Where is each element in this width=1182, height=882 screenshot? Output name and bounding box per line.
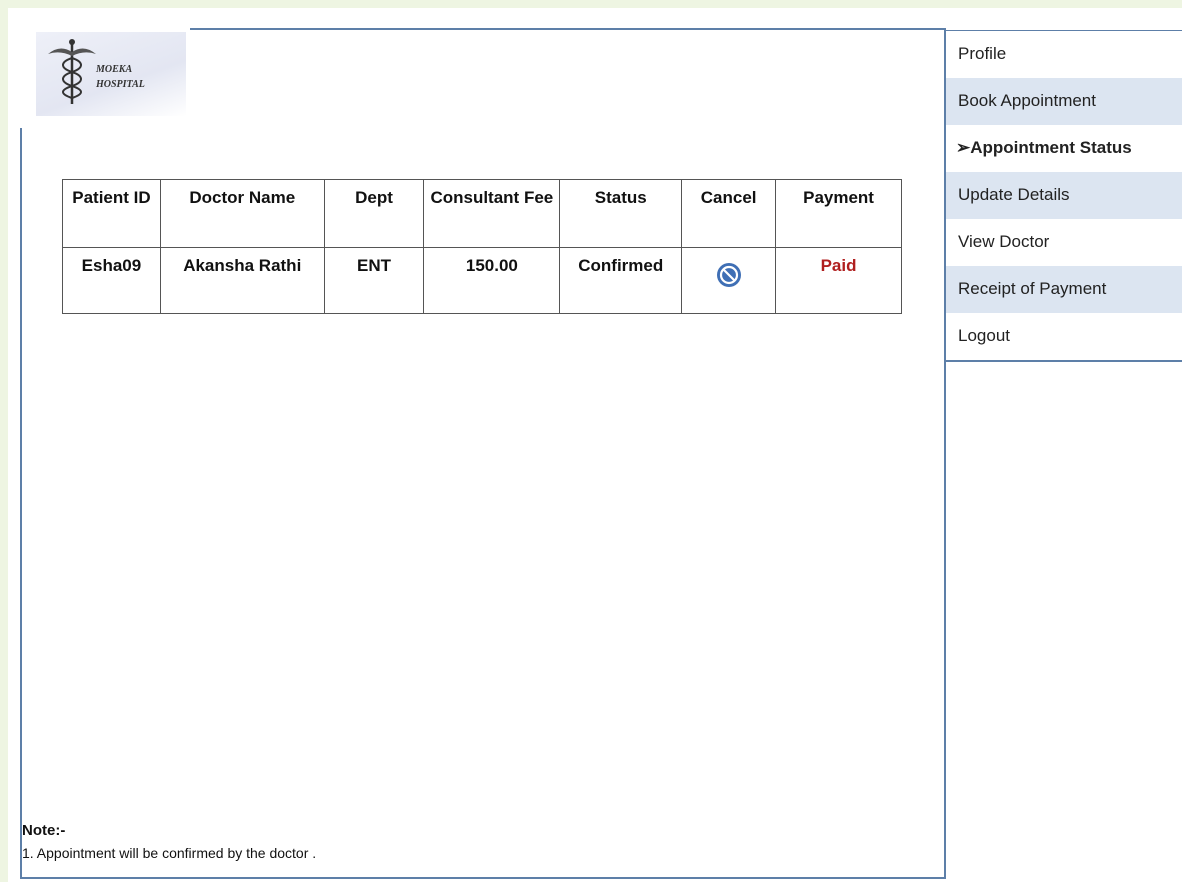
- header-doctor-name: Doctor Name: [159, 179, 325, 248]
- appointment-status-table: Patient ID Doctor Name Dept Consultant F…: [62, 179, 902, 314]
- sidebar-item-logout[interactable]: Logout: [946, 313, 1182, 360]
- header-patient-id: Patient ID: [62, 179, 161, 248]
- sidebar-item-book-appointment[interactable]: Book Appointment: [946, 78, 1182, 125]
- cancel-icon[interactable]: [716, 262, 742, 293]
- note-title: Note:-: [22, 822, 66, 839]
- sidebar-item-receipt-of-payment[interactable]: Receipt of Payment: [946, 266, 1182, 313]
- sidebar-nav: Profile Book Appointment ➢Appointment St…: [946, 30, 1182, 362]
- cell-payment: Paid: [775, 247, 902, 314]
- header-payment: Payment: [775, 179, 902, 248]
- logo-line-1: MOEKA: [96, 64, 133, 75]
- panel-top-border: [190, 28, 946, 30]
- panel-bottom-border: [20, 877, 946, 879]
- table-row: Esha09 Akansha Rathi ENT 150.00 Confirme…: [62, 247, 902, 314]
- sidebar-item-view-doctor[interactable]: View Doctor: [946, 219, 1182, 266]
- hospital-logo: MOEKA HOSPITAL: [36, 32, 186, 116]
- sidebar-item-profile[interactable]: Profile: [946, 31, 1182, 78]
- note-line-1: 1. Appointment will be confirmed by the …: [22, 845, 317, 861]
- caduceus-icon: [48, 39, 96, 104]
- cell-consultant-fee: 150.00: [423, 247, 561, 314]
- header-dept: Dept: [323, 179, 425, 248]
- logo-text: MOEKA HOSPITAL: [96, 62, 145, 92]
- logo-line-2: HOSPITAL: [96, 79, 145, 90]
- sidebar-item-update-details[interactable]: Update Details: [946, 172, 1182, 219]
- header-consultant-fee: Consultant Fee: [423, 179, 561, 248]
- cell-patient-id: Esha09: [62, 247, 161, 314]
- cell-dept: ENT: [323, 247, 425, 314]
- note-section: Note:- 1. Appointment will be confirmed …: [22, 820, 316, 864]
- table-header-row: Patient ID Doctor Name Dept Consultant F…: [62, 179, 902, 248]
- cell-status: Confirmed: [559, 247, 683, 314]
- header-cancel: Cancel: [681, 179, 777, 248]
- sidebar-bottom-border: [946, 360, 1182, 362]
- cell-doctor-name: Akansha Rathi: [159, 247, 325, 314]
- sidebar-item-appointment-status[interactable]: ➢Appointment Status: [946, 125, 1182, 172]
- cell-cancel: [681, 247, 777, 314]
- panel-left-border: [20, 128, 22, 879]
- header-status: Status: [559, 179, 683, 248]
